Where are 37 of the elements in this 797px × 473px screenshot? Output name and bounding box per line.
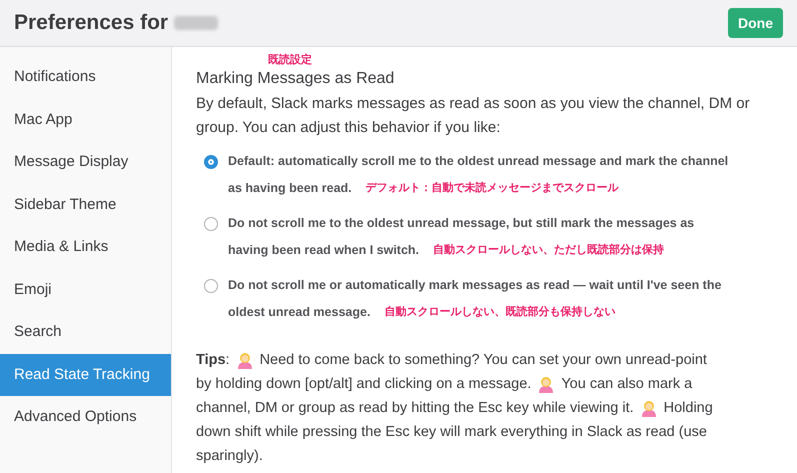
tip-text: down shift while pressing the Esc key will mark everything in Slack as read (use [196,423,707,442]
tip-text: by holding down [opt/alt] and clicking on a message. [196,375,532,394]
radio-button[interactable] [204,278,218,292]
description: By default, Slack marks messages as read as soon as you view the channel, DM or group. You can adjust this behavior if you like: [196,94,751,138]
sidebar-item[interactable]: Mac App [0,98,171,141]
sidebar-item[interactable]: Media & Links [0,226,171,268]
tips-label: Tips: [196,351,230,370]
radio-button[interactable] [204,216,218,230]
option-label: Do not scroll me to the oldest unread message, but still mark the messages as [228,215,694,232]
person-icon [640,399,658,417]
annotation-label: 既読設定 [268,53,313,67]
sidebar-item[interactable]: Advanced Options [0,396,171,438]
sidebar-item[interactable]: Notifications [0,56,171,98]
person-icon [236,351,254,369]
option-label: Do not scroll me or automatically mark messages as read — wait until I've seen the [228,277,722,294]
option-label: Default: automatically scroll me to the oldest unread message and mark the channel [228,153,728,170]
window-title: Preferences for [14,10,168,36]
tip-text: Holding [664,399,713,418]
annotation-label: デフォルト：自動で未読メッセージまでスクロール [366,180,619,196]
tip-text: Need to come back to something? You can set your own unread-point [260,351,707,370]
sidebar-item[interactable]: Read State Tracking [0,354,171,396]
tip-text: You can also mark a [561,375,692,394]
person-icon [537,375,556,393]
sidebar-item[interactable]: Sidebar Theme [0,184,171,226]
option-label: as having been read. [228,180,352,197]
radio-button[interactable] [204,154,218,168]
annotation-label: 自動スクロールしない、ただし既読部分は保持 [433,242,664,258]
option-label: having been read when I switch. [228,242,420,259]
section-heading: Marking Messages as Read [196,69,396,89]
sidebar-item[interactable]: Emoji [0,268,171,311]
sidebar-item[interactable]: Message Display [0,141,171,184]
sidebar-item[interactable]: Search [0,311,171,354]
tip-text: sparingly). [196,447,263,466]
redacted-block [174,16,218,30]
option-label: oldest unread message. [228,304,370,321]
tip-text: channel, DM or group as read by hitting the Esc key while viewing it. [196,399,634,418]
annotation-label: 自動スクロールしない、既読部分も保持しない [384,304,616,320]
